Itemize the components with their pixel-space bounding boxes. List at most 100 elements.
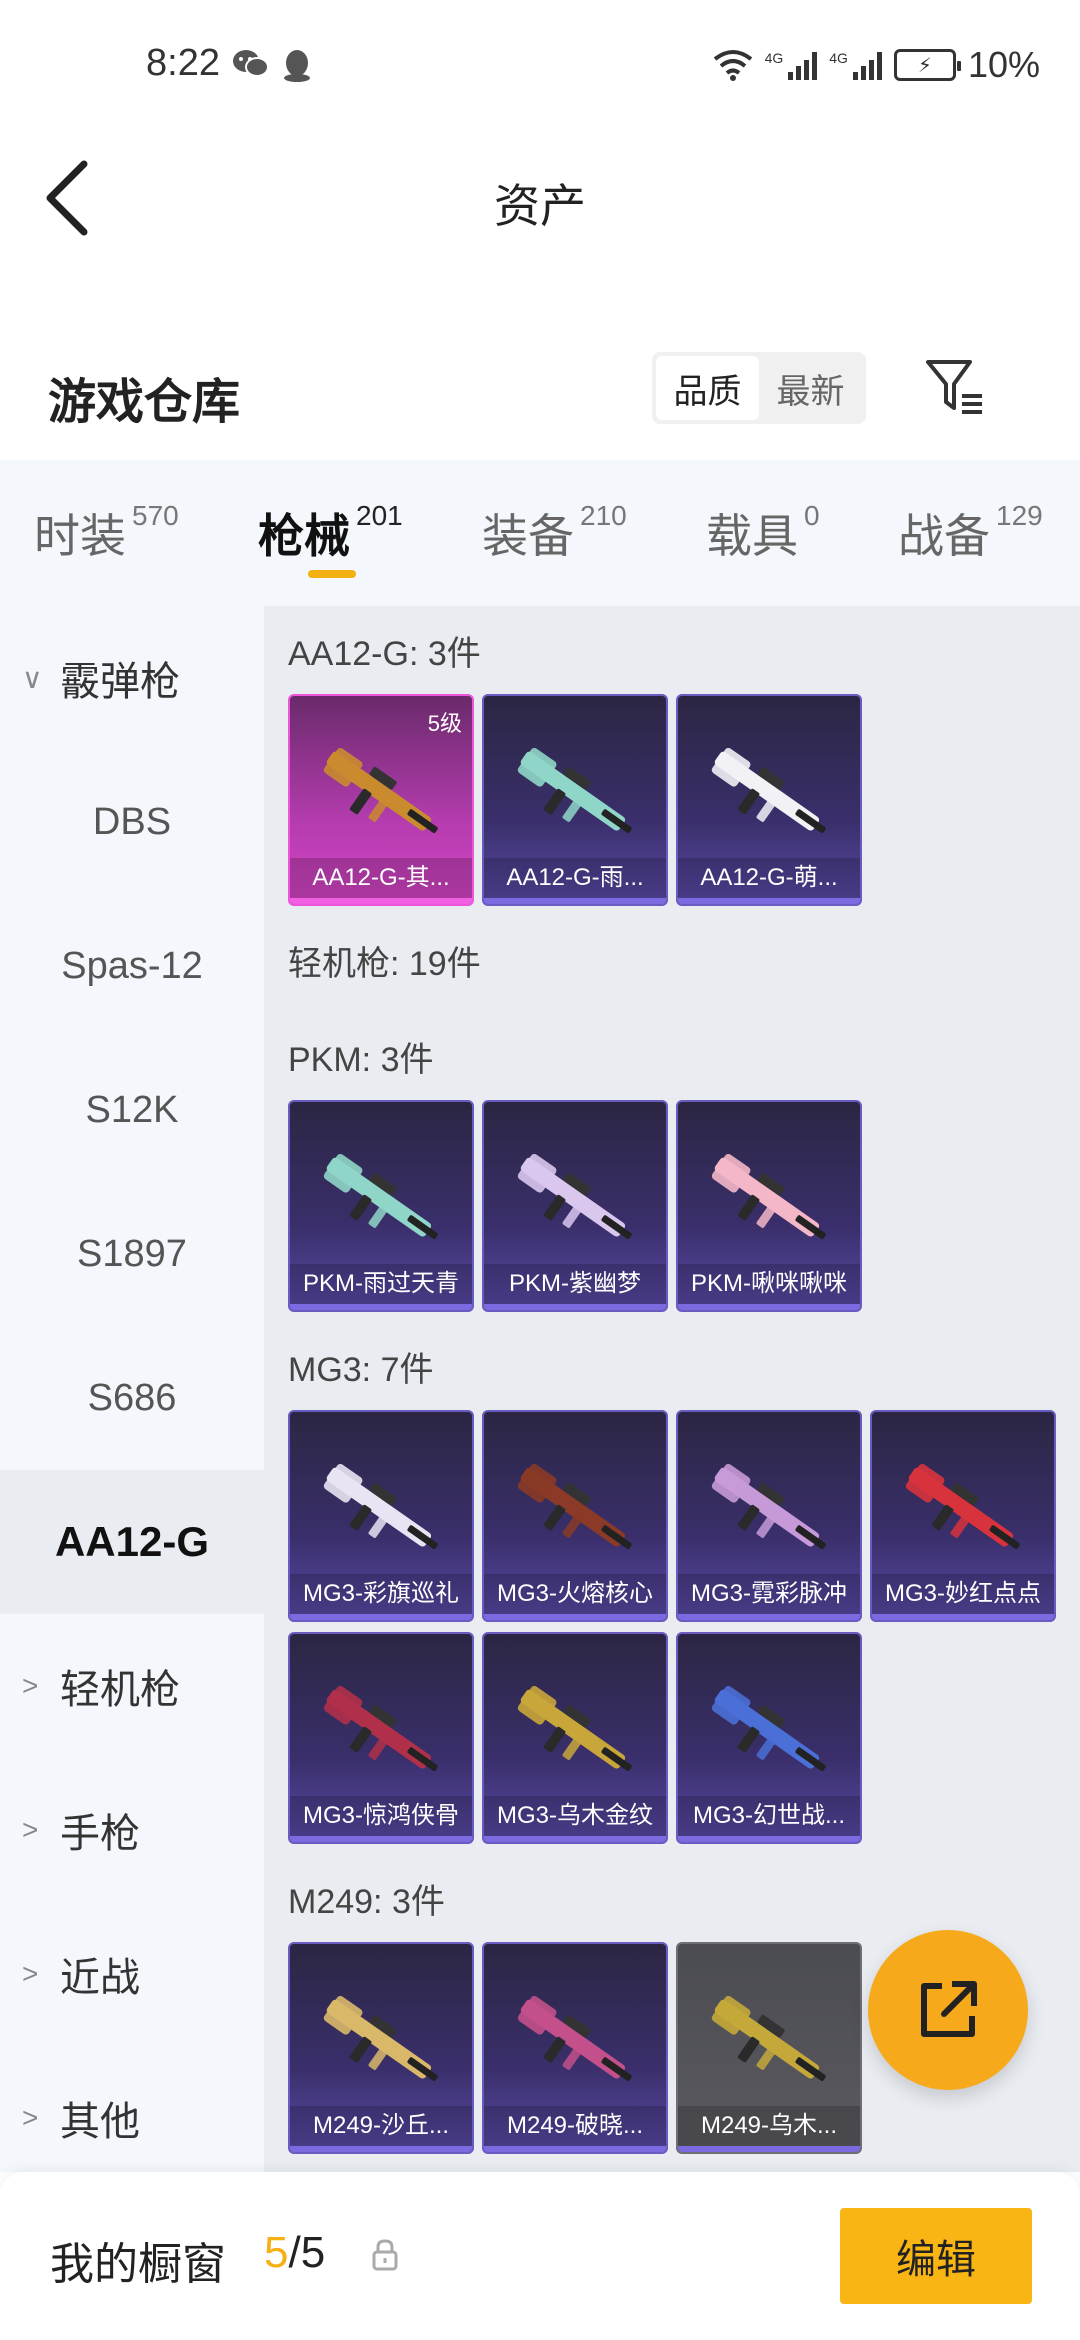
weapon-card[interactable]: M249-乌木...	[676, 1942, 862, 2154]
showcase-bar: 我的橱窗 5/5 编辑	[0, 2172, 1080, 2340]
group-title-aa12g: AA12-G: 3件	[288, 635, 481, 673]
weapon-image	[323, 1153, 438, 1239]
tab-supplies[interactable]: 战备 129	[898, 460, 1078, 606]
weapon-card[interactable]: MG3-乌木金纹	[482, 1632, 668, 1844]
sidebar-item-s12k[interactable]: S12K	[0, 1038, 264, 1182]
tab-vehicles[interactable]: 载具 0	[706, 460, 898, 606]
weapon-image	[517, 747, 632, 833]
weapon-name: MG3-霓彩脉冲	[678, 1574, 860, 1614]
group-title-pkm: PKM: 3件	[288, 1041, 434, 1079]
sidebar-item-s1897[interactable]: S1897	[0, 1182, 264, 1326]
rarity-strip	[484, 1304, 666, 1310]
sidebar-item-s686[interactable]: S686	[0, 1326, 264, 1470]
sort-toggle: 品质 最新	[652, 352, 866, 424]
weapon-card[interactable]: MG3-火熔核心	[482, 1410, 668, 1622]
wechat-icon	[233, 50, 269, 77]
filter-icon[interactable]	[924, 356, 986, 418]
tab-fashion[interactable]: 时装 570	[34, 460, 258, 606]
group-title-m249: M249: 3件	[288, 1883, 445, 1921]
rarity-strip	[484, 898, 666, 904]
top-nav: 资产	[0, 130, 1080, 260]
weapon-image	[517, 1685, 632, 1771]
sidebar-item-pistol[interactable]: > 手枪	[0, 1758, 264, 1902]
weapon-card[interactable]: PKM-雨过天青	[288, 1100, 474, 1312]
rarity-strip	[290, 2146, 472, 2152]
rarity-strip	[484, 1614, 666, 1620]
rarity-strip	[678, 1836, 860, 1842]
showcase-count: 5/5	[264, 2228, 326, 2277]
sidebar-item-shotgun[interactable]: ∨ 霰弹枪	[0, 606, 264, 750]
weapon-image	[905, 1463, 1020, 1549]
weapon-card[interactable]: MG3-惊鸿侠骨	[288, 1632, 474, 1844]
chevron-right-icon: >	[22, 1814, 39, 1845]
weapon-image	[323, 1995, 438, 2081]
weapon-card[interactable]: MG3-彩旗巡礼	[288, 1410, 474, 1622]
weapon-image	[711, 1153, 826, 1239]
weapon-name: MG3-幻世战...	[678, 1796, 860, 1836]
share-fab-button[interactable]	[868, 1930, 1028, 2090]
weapon-card[interactable]: PKM-紫幽梦	[482, 1100, 668, 1312]
rarity-strip	[678, 1304, 860, 1310]
tab-equipment[interactable]: 装备 210	[482, 460, 706, 606]
weapon-image	[323, 1463, 438, 1549]
rarity-strip	[290, 1836, 472, 1842]
tab-weapons[interactable]: 枪械 201	[258, 460, 482, 606]
showcase-title: 我的橱窗	[50, 2240, 226, 2289]
weapon-card[interactable]: M249-沙丘...	[288, 1942, 474, 2154]
weapon-card[interactable]: PKM-啾咪啾咪	[676, 1100, 862, 1312]
weapon-name: M249-乌木...	[678, 2106, 860, 2146]
rarity-strip	[484, 2146, 666, 2152]
group-title-mg3: MG3: 7件	[288, 1351, 434, 1389]
share-icon	[921, 1981, 977, 2037]
rarity-strip	[678, 1614, 860, 1620]
sort-quality-button[interactable]: 品质	[656, 356, 759, 420]
page-title: 资产	[494, 180, 586, 232]
weapon-name: AA12-G-雨...	[484, 858, 666, 898]
weapon-card[interactable]: 5级 AA12-G-其...	[288, 694, 474, 906]
weapon-name: AA12-G-其...	[290, 858, 472, 898]
lock-icon	[372, 2239, 398, 2271]
sidebar-item-spas12[interactable]: Spas-12	[0, 894, 264, 1038]
weapon-card[interactable]: AA12-G-雨...	[482, 694, 668, 906]
weapon-card[interactable]: MG3-妙红点点	[870, 1410, 1056, 1622]
battery-icon: ⚡	[893, 49, 961, 81]
rarity-strip	[678, 2146, 860, 2152]
edit-button[interactable]: 编辑	[840, 2208, 1032, 2304]
section-title: 游戏仓库	[48, 376, 241, 429]
weapon-name: MG3-乌木金纹	[484, 1796, 666, 1836]
weapon-card[interactable]: MG3-幻世战...	[676, 1632, 862, 1844]
qq-icon	[284, 50, 310, 82]
sidebar-item-dbs[interactable]: DBS	[0, 750, 264, 894]
status-bar: 8:22 4G 4G ⚡ 10%	[0, 0, 1080, 130]
status-time: 8:22	[146, 42, 220, 84]
rarity-strip	[484, 1836, 666, 1842]
weapon-name: M249-沙丘...	[290, 2106, 472, 2146]
weapon-card[interactable]: MG3-霓彩脉冲	[676, 1410, 862, 1622]
weapon-image	[711, 747, 826, 833]
weapon-image	[323, 1685, 438, 1771]
weapon-name: M249-破晓...	[484, 2106, 666, 2146]
sidebar-item-other[interactable]: > 其他	[0, 2046, 264, 2190]
weapon-card[interactable]: AA12-G-萌...	[676, 694, 862, 906]
weapon-image	[711, 1463, 826, 1549]
weapon-name: AA12-G-萌...	[678, 858, 860, 898]
signal-icon: 4G	[765, 50, 818, 80]
weapon-name: PKM-紫幽梦	[484, 1264, 666, 1304]
warehouse-header: 游戏仓库 品质 最新	[0, 340, 1080, 460]
weapon-card[interactable]: M249-破晓...	[482, 1942, 668, 2154]
rarity-strip	[290, 1304, 472, 1310]
chevron-right-icon: >	[22, 2102, 39, 2133]
rarity-strip	[290, 898, 472, 904]
weapon-image	[517, 1153, 632, 1239]
wifi-icon	[713, 50, 752, 81]
weapon-name: PKM-雨过天青	[290, 1264, 472, 1304]
category-tabs: 时装 570 枪械 201 装备 210 载具 0 战备 129	[0, 460, 1080, 606]
sidebar-item-lmg[interactable]: > 轻机枪	[0, 1614, 264, 1758]
sort-newest-button[interactable]: 最新	[759, 356, 862, 420]
group-title-lmg: 轻机枪: 19件	[288, 945, 481, 983]
sidebar-item-melee[interactable]: > 近战	[0, 1902, 264, 2046]
sidebar-item-aa12g[interactable]: AA12-G	[0, 1470, 264, 1614]
rarity-strip	[678, 898, 860, 904]
battery-level: 10%	[967, 44, 1040, 85]
chevron-down-icon: ∨	[22, 662, 43, 694]
